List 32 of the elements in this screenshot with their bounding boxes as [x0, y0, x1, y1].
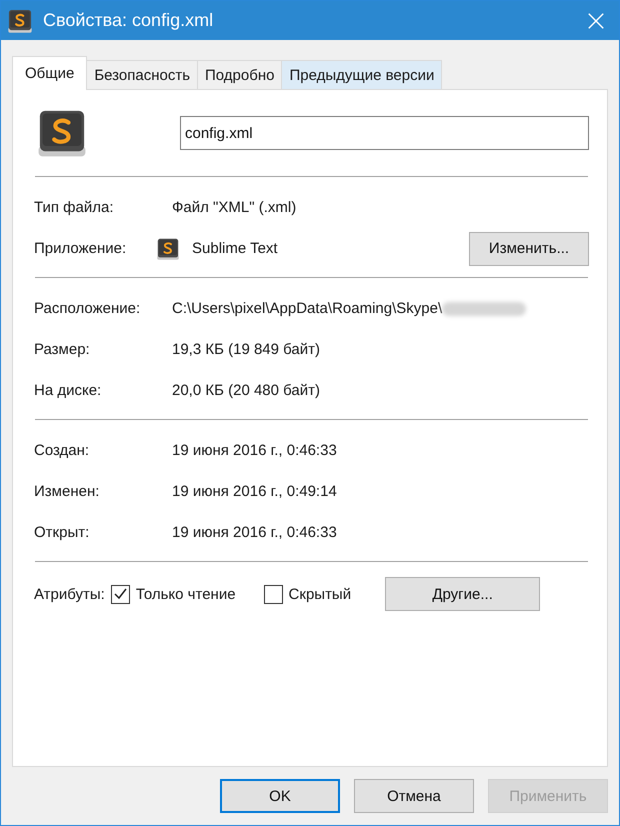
- field-label: Создан:: [34, 442, 90, 459]
- field-value: 19 июня 2016 г., 0:46:33: [172, 442, 337, 459]
- attributes-label: Атрибуты:: [34, 586, 105, 602]
- field-label: Приложение:: [34, 240, 128, 257]
- checkbox[interactable]: [110, 584, 130, 604]
- close-icon[interactable]: [587, 12, 605, 30]
- field-value: Файл "XML" (.xml): [172, 199, 296, 216]
- field-label: Расположение:: [34, 300, 142, 317]
- field-value: C:\Users\pixel\AppData\Roaming\Skype\: [172, 300, 442, 317]
- dialog-button[interactable]: Отмена: [354, 779, 474, 813]
- file-name-field[interactable]: config.xml: [180, 116, 589, 150]
- field-value: Sublime Text: [192, 240, 278, 257]
- field-value: 20,0 КБ (20 480 байт): [172, 382, 320, 399]
- other-button[interactable]: Другие...: [385, 577, 540, 611]
- sublime-logo-icon: [7, 8, 33, 34]
- field-label: Изменен:: [34, 483, 100, 500]
- dialog-button[interactable]: OK: [220, 779, 340, 813]
- field-value: 19,3 КБ (19 849 байт): [172, 341, 320, 358]
- window-title: Свойства: config.xml: [43, 10, 214, 31]
- checkbox-label: Только чтение: [136, 586, 236, 602]
- checkbox[interactable]: [264, 584, 283, 604]
- field-label: Открыт:: [34, 524, 90, 541]
- sublime-logo-icon: [156, 236, 180, 260]
- field-value: 19 июня 2016 г., 0:49:14: [172, 483, 337, 500]
- field-label: Тип файла:: [34, 199, 114, 216]
- tab[interactable]: Общие: [12, 56, 88, 90]
- field-label: Размер:: [34, 341, 91, 358]
- checkbox-label: Скрытый: [288, 586, 352, 602]
- field-label: На диске:: [34, 382, 102, 399]
- tab[interactable]: Предыдущие версии: [281, 60, 442, 89]
- change-button[interactable]: Изменить...: [469, 232, 589, 266]
- field-value: 19 июня 2016 г., 0:46:33: [172, 524, 337, 541]
